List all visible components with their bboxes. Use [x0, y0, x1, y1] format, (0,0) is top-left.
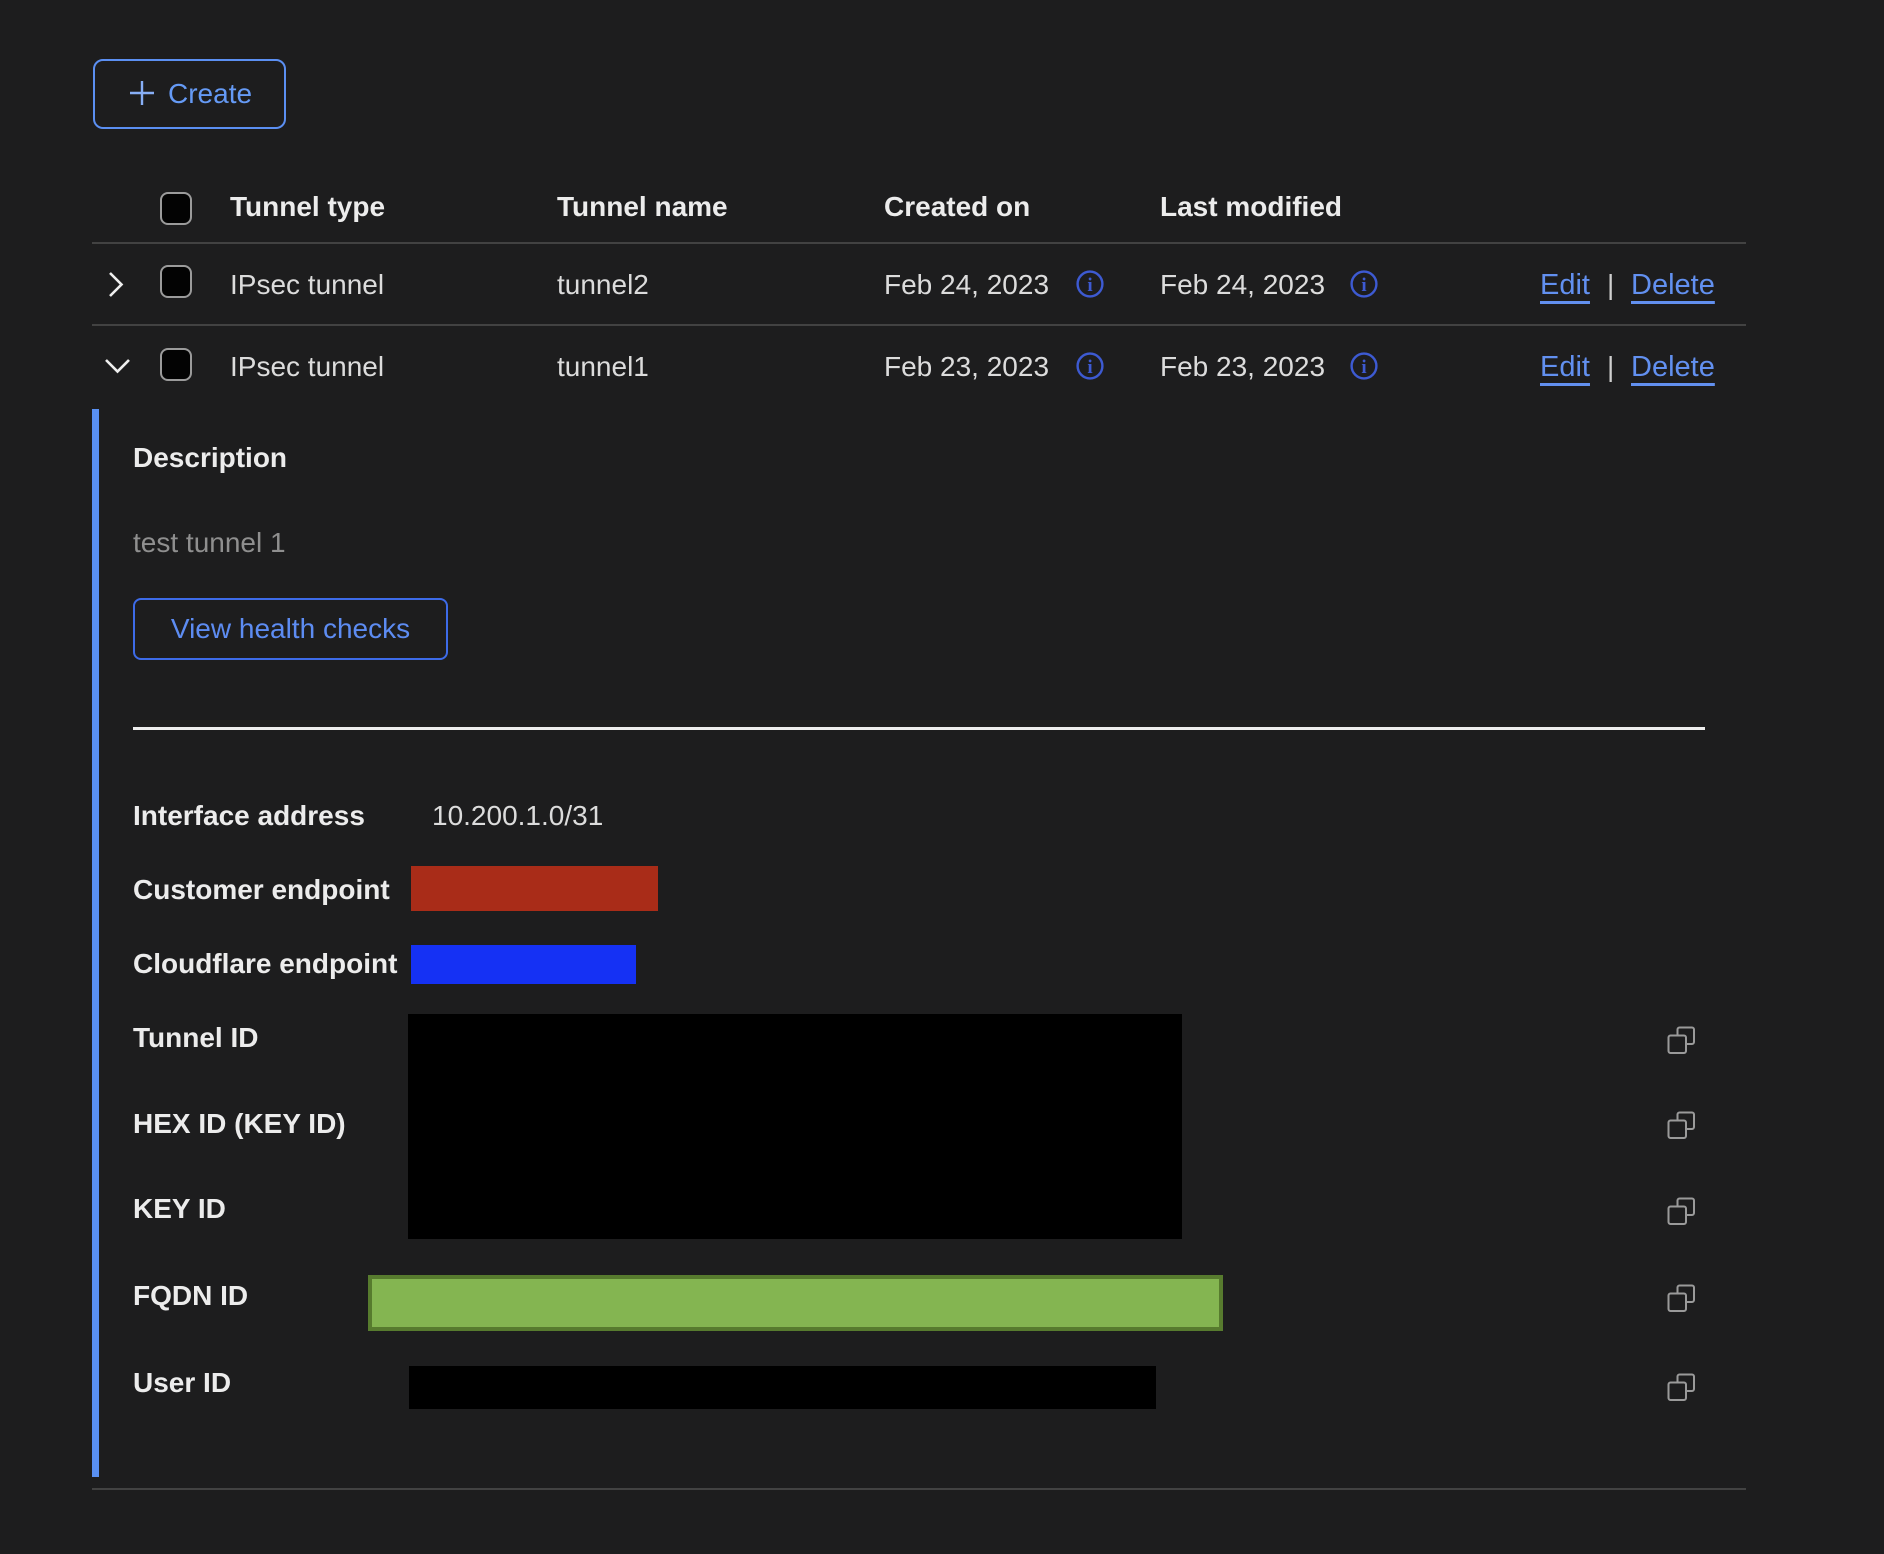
- svg-text:i: i: [1361, 275, 1366, 296]
- svg-text:i: i: [1361, 357, 1366, 378]
- svg-text:i: i: [1087, 357, 1092, 378]
- svg-text:i: i: [1087, 275, 1092, 296]
